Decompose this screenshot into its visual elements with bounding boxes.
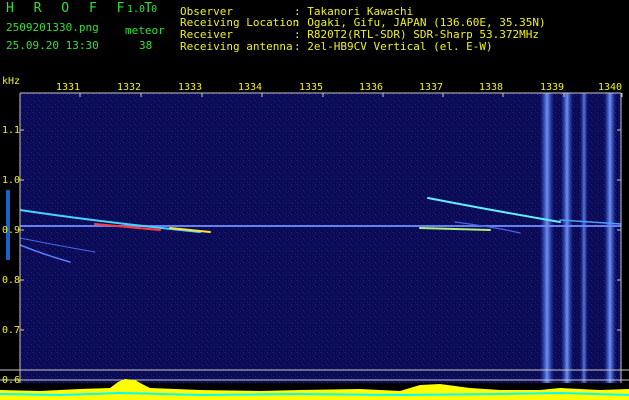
y-tick-label: 1.0 <box>2 175 20 186</box>
x-tick-label: 1331 <box>56 82 80 93</box>
y-axis-unit: kHz <box>2 76 20 87</box>
header: H R O F F T 1.0.0 2509201330.png meteor … <box>0 0 629 73</box>
x-tick-label: 1332 <box>117 82 141 93</box>
x-tick-label: 1338 <box>479 82 503 93</box>
x-tick-label: 1335 <box>299 82 323 93</box>
x-tick-label: 1334 <box>238 82 262 93</box>
x-tick-label: 1337 <box>419 82 443 93</box>
x-tick-label: 1333 <box>178 82 202 93</box>
app-version: 1.0.0 <box>127 4 158 15</box>
spectrogram: kHz 1331 1332 1333 1334 1335 1336 1337 1338 1339… <box>0 76 629 400</box>
info-value-antenna: : 2el-HB9CV Vertical (el. E-W) <box>294 40 493 53</box>
y-tick-label: 0.6 <box>2 375 20 386</box>
y-tick-label: 1.1 <box>2 125 20 136</box>
y-tick-label: 0.8 <box>2 275 20 286</box>
y-tick-label: 0.7 <box>2 325 20 336</box>
y-tick-label: 0.9 <box>2 225 20 236</box>
meteor-count: 38 <box>139 39 153 52</box>
spectrum-area <box>20 93 621 400</box>
capture-datetime: 25.09.20 13:30 <box>6 39 99 52</box>
x-tick-label: 1340 <box>598 82 622 93</box>
x-tick-label: 1336 <box>359 82 383 93</box>
x-tick-label: 1339 <box>540 82 564 93</box>
x-axis-labels: 1331 1332 1333 1334 1335 1336 1337 1338 1339 1340 <box>56 82 622 93</box>
file-name: 2509201330.png <box>6 21 99 34</box>
info-label-antenna: Receiving antenna <box>180 40 293 53</box>
meteor-label: meteor <box>125 24 165 37</box>
